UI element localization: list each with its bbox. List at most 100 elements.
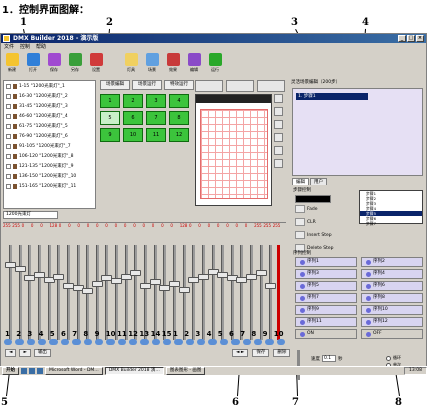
channel-select-button[interactable] (163, 339, 172, 345)
close-button[interactable]: × (416, 35, 424, 42)
xy-grid[interactable] (200, 109, 268, 199)
selected-step[interactable]: 1. 步骤1 (296, 93, 368, 100)
toolbar-button-3[interactable]: 另存 (66, 51, 84, 78)
toolbar-button-8[interactable]: 编辑 (185, 51, 203, 78)
scene-button[interactable]: 5 (100, 111, 120, 125)
pad-button[interactable] (274, 146, 283, 155)
toolbar-button-0[interactable]: 新建 (3, 51, 21, 78)
maximize-button[interactable]: □ (407, 35, 415, 42)
effect-slot[interactable] (226, 80, 254, 92)
menu-file[interactable]: 文件 (4, 43, 14, 51)
channel-select-button[interactable] (117, 339, 126, 345)
channel-select-button[interactable] (276, 339, 285, 345)
taskbar-task[interactable]: DMX Builder 2018 演… (104, 367, 164, 375)
step-option[interactable]: CLR (295, 218, 333, 226)
speed-value[interactable]: 0.1 (322, 355, 336, 362)
fader-knob[interactable] (82, 287, 94, 294)
fixture-row[interactable]: 91-105 "1200光束灯"_7 (4, 141, 95, 151)
channel-select-button[interactable] (60, 339, 70, 345)
scene-step-list[interactable]: 1. 步骤1 (292, 88, 423, 176)
sequence-button[interactable]: 序列1 (295, 257, 357, 267)
fader-track[interactable] (163, 245, 167, 340)
expand-icon[interactable] (6, 103, 11, 109)
scene-button[interactable]: 12 (169, 128, 189, 142)
channel-select-button[interactable] (83, 339, 92, 345)
speed-slider[interactable] (297, 350, 300, 380)
pad-button[interactable] (274, 94, 283, 103)
toolbar-button-1[interactable]: 打开 (24, 51, 42, 78)
fader-knob[interactable] (14, 265, 26, 272)
fader-track[interactable] (144, 245, 147, 340)
pad-button[interactable] (274, 133, 283, 142)
expand-icon[interactable] (6, 143, 11, 149)
channel-select-button[interactable] (208, 339, 217, 345)
toolbar-button-5[interactable]: 灯具 (122, 51, 140, 78)
quicklaunch-icon[interactable] (37, 368, 43, 374)
fader-track[interactable] (115, 245, 119, 340)
channel-select-button[interactable] (253, 339, 263, 345)
fixture-row[interactable]: 31-45 "1200光束灯"_3 (4, 101, 95, 111)
effect-slot[interactable] (257, 80, 285, 92)
toolbar-button-4[interactable]: 设置 (87, 51, 105, 78)
tab-effect-run[interactable]: 特效运行 (164, 80, 194, 90)
expand-icon[interactable] (6, 163, 11, 169)
fader-knob[interactable] (130, 269, 142, 276)
fader-track[interactable] (211, 245, 215, 340)
sequence-button[interactable]: ON (295, 329, 357, 339)
expand-icon[interactable] (6, 113, 11, 119)
step-list[interactable]: 步骤1 步骤2 步骤3 步骤4 步骤5 步骤6 步骤7 (359, 190, 423, 226)
scene-button[interactable]: 9 (100, 128, 120, 142)
sequence-button[interactable]: 序列4 (361, 269, 423, 279)
fixture-row[interactable]: 46-60 "1200光束灯"_4 (4, 111, 95, 121)
tab-user[interactable]: 用户 (310, 178, 327, 185)
scene-button[interactable]: 1 (100, 94, 120, 108)
scene-button[interactable]: 4 (169, 94, 189, 108)
quicklaunch-icon[interactable] (29, 368, 35, 374)
taskbar-task[interactable]: Microsoft Word - DM… (45, 367, 103, 375)
step-name-input[interactable] (295, 195, 331, 203)
fader-track[interactable] (95, 245, 99, 340)
pad-button[interactable] (274, 159, 283, 168)
mode-loop[interactable]: 循环 (386, 355, 401, 361)
fader-knob[interactable] (178, 286, 190, 293)
fixture-row[interactable]: 76-90 "1200光束灯"_6 (4, 131, 95, 141)
next-page-button[interactable]: ► (19, 349, 31, 357)
sequence-button[interactable]: 序列7 (295, 293, 357, 303)
delete-button[interactable]: 删除 (273, 349, 291, 357)
sequence-button[interactable]: 序列3 (295, 269, 357, 279)
sequence-button[interactable]: 序列12 (361, 317, 423, 327)
fader-knob[interactable] (255, 269, 267, 276)
fader-track[interactable] (153, 245, 157, 340)
fixture-row[interactable]: 136-150 "1200光束灯"_10 (4, 171, 95, 181)
expand-icon[interactable] (6, 173, 11, 179)
channel-select-button[interactable] (106, 339, 115, 345)
channel-select-button[interactable] (94, 339, 104, 345)
fixture-row[interactable]: 1-15 "1200光束灯"_1 (4, 81, 95, 91)
fader-track[interactable] (47, 245, 51, 340)
menu-help[interactable]: 帮助 (36, 43, 46, 51)
sequence-button[interactable]: 序列6 (361, 281, 423, 291)
sequence-button[interactable]: 序列8 (361, 293, 423, 303)
fader-track[interactable] (172, 245, 176, 340)
fader-track[interactable] (76, 245, 80, 340)
fader-track[interactable] (221, 245, 225, 340)
sequence-button[interactable]: 序列2 (361, 257, 423, 267)
channel-select-button[interactable] (4, 339, 13, 345)
expand-icon[interactable] (6, 83, 11, 89)
fader-track[interactable] (66, 245, 70, 340)
scene-button[interactable]: 2 (123, 94, 143, 108)
pad-button[interactable] (274, 107, 283, 116)
fader-track[interactable] (250, 245, 254, 340)
fader-track[interactable] (201, 245, 205, 340)
channel-select-button[interactable] (197, 339, 206, 345)
master-fader[interactable] (277, 245, 280, 340)
channel-select-button[interactable] (128, 339, 138, 345)
fader-track[interactable] (124, 245, 128, 340)
fixture-type-combo[interactable]: 1200光束灯 (3, 211, 58, 219)
fader-track[interactable] (230, 245, 234, 340)
fader-track[interactable] (9, 245, 12, 340)
channel-select-button[interactable] (15, 339, 24, 345)
menu-control[interactable]: 控制 (20, 43, 30, 51)
prev-page-button[interactable]: ◄ (5, 349, 17, 357)
output-button[interactable]: 输出 (33, 349, 51, 357)
